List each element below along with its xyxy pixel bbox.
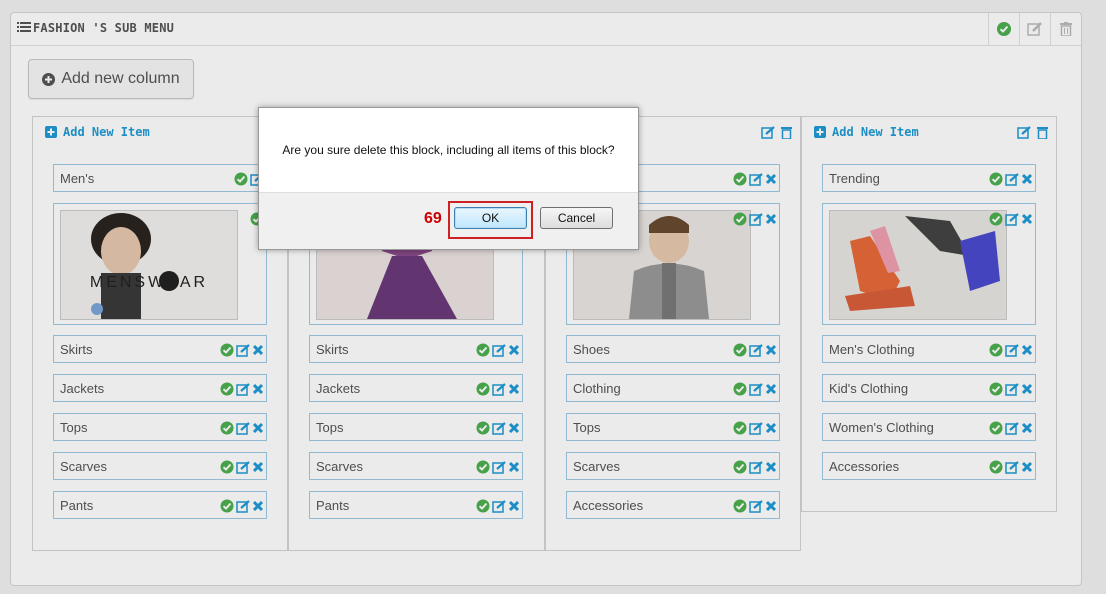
modal-overlay — [0, 0, 1106, 594]
confirm-dialog: Are you sure delete this block, includin… — [258, 107, 639, 250]
ok-button[interactable]: OK — [454, 207, 527, 229]
step-number: 69 — [424, 210, 442, 227]
cancel-button[interactable]: Cancel — [540, 207, 613, 229]
dialog-message: Are you sure delete this block, includin… — [282, 143, 615, 157]
dialog-footer: 69 OK Cancel — [259, 192, 638, 249]
